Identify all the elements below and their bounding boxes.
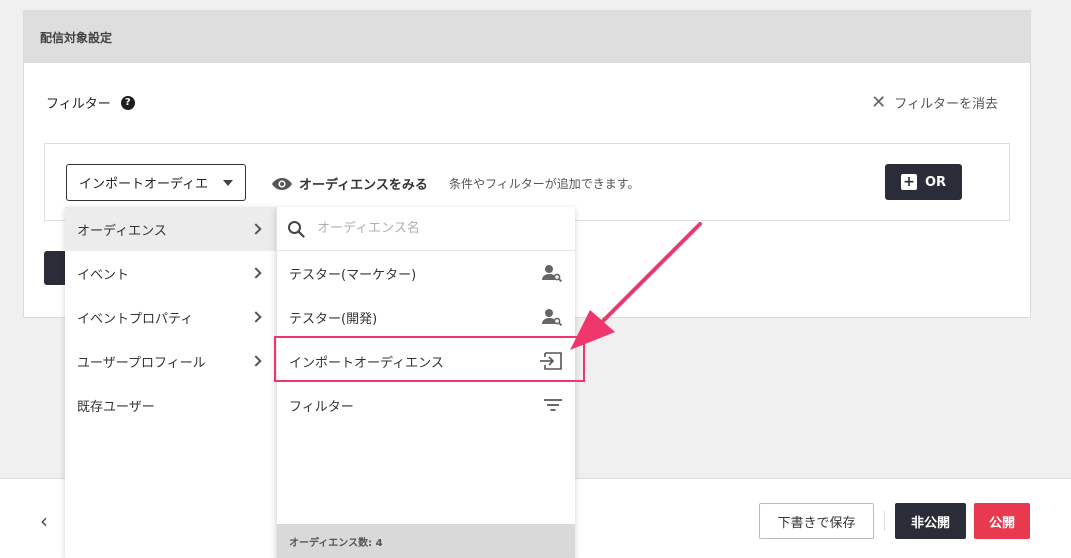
- chevron-right-icon: [250, 223, 262, 235]
- audience-item[interactable]: フィルター: [277, 383, 575, 427]
- audience-item-label: テスター(マーケター): [289, 267, 417, 283]
- menu-item-label: オーディエンス: [77, 223, 167, 239]
- menu-item-label: イベント: [77, 267, 130, 283]
- audience-type-select[interactable]: インポートオーディエ: [66, 164, 246, 201]
- help-icon[interactable]: ?: [120, 95, 135, 110]
- back-chevron-icon[interactable]: ‹: [40, 509, 48, 533]
- add-or-button[interactable]: + OR: [885, 164, 962, 200]
- chevron-right-icon: [250, 355, 262, 367]
- menu-item-label: ユーザープロフィール: [77, 355, 206, 371]
- menu-item-user-profile[interactable]: ユーザープロフィール: [65, 339, 276, 383]
- select-value: インポートオーディエ: [79, 177, 209, 192]
- audience-item-label: インポートオーディエンス: [289, 355, 444, 371]
- unpublish-button[interactable]: 非公開: [895, 503, 966, 539]
- chevron-right-icon: [250, 311, 262, 323]
- close-icon: ✕: [871, 91, 887, 113]
- filter-heading: フィルター ?: [46, 93, 135, 112]
- filter-icon: [544, 399, 562, 411]
- panel-title: 配信対象設定: [24, 11, 1030, 63]
- caret-down-icon: [223, 180, 233, 186]
- search-icon: [288, 220, 305, 238]
- or-label: OR: [924, 174, 947, 190]
- clear-filter-button[interactable]: ✕ フィルターを消去: [871, 93, 998, 112]
- audience-list-menu: テスター(マーケター) テスター(開発) インポートオーディエンス フィルター: [276, 207, 575, 558]
- audience-item-label: テスター(開発): [289, 311, 378, 327]
- menu-item-existing-users[interactable]: 既存ユーザー: [65, 383, 276, 427]
- audience-item-import[interactable]: インポートオーディエンス: [277, 339, 575, 383]
- clear-filter-label: フィルターを消去: [894, 97, 998, 112]
- audience-item[interactable]: テスター(開発): [277, 295, 575, 339]
- user-search-icon: [542, 309, 563, 326]
- publish-button[interactable]: 公開: [974, 503, 1030, 539]
- audience-search: [277, 207, 575, 251]
- view-audience-label: オーディエンスをみる: [299, 178, 428, 193]
- audience-item[interactable]: テスター(マーケター): [277, 251, 575, 295]
- chevron-right-icon: [250, 267, 262, 279]
- menu-item-label: 既存ユーザー: [77, 399, 155, 415]
- menu-item-event-property[interactable]: イベントプロパティ: [65, 295, 276, 339]
- menu-item-label: イベントプロパティ: [77, 311, 194, 327]
- save-draft-button[interactable]: 下書きで保存: [759, 503, 874, 539]
- audience-count: オーディエンス数: 4: [277, 524, 575, 558]
- view-audience-link[interactable]: オーディエンスをみる: [271, 174, 428, 193]
- eye-icon: [272, 177, 292, 190]
- divider: [884, 511, 885, 531]
- plus-icon: +: [900, 174, 917, 190]
- audience-item-label: フィルター: [289, 399, 354, 415]
- audience-search-input[interactable]: [317, 221, 537, 236]
- filter-label: フィルター: [46, 97, 111, 112]
- import-icon: [540, 352, 562, 370]
- menu-item-event[interactable]: イベント: [65, 251, 276, 295]
- category-menu: オーディエンス イベント イベントプロパティ ユーザープロフィール 既存ユーザー: [65, 207, 276, 558]
- condition-hint: 条件やフィルターが追加できます。: [449, 177, 640, 191]
- user-search-icon: [542, 265, 563, 282]
- menu-item-audience[interactable]: オーディエンス: [65, 207, 276, 251]
